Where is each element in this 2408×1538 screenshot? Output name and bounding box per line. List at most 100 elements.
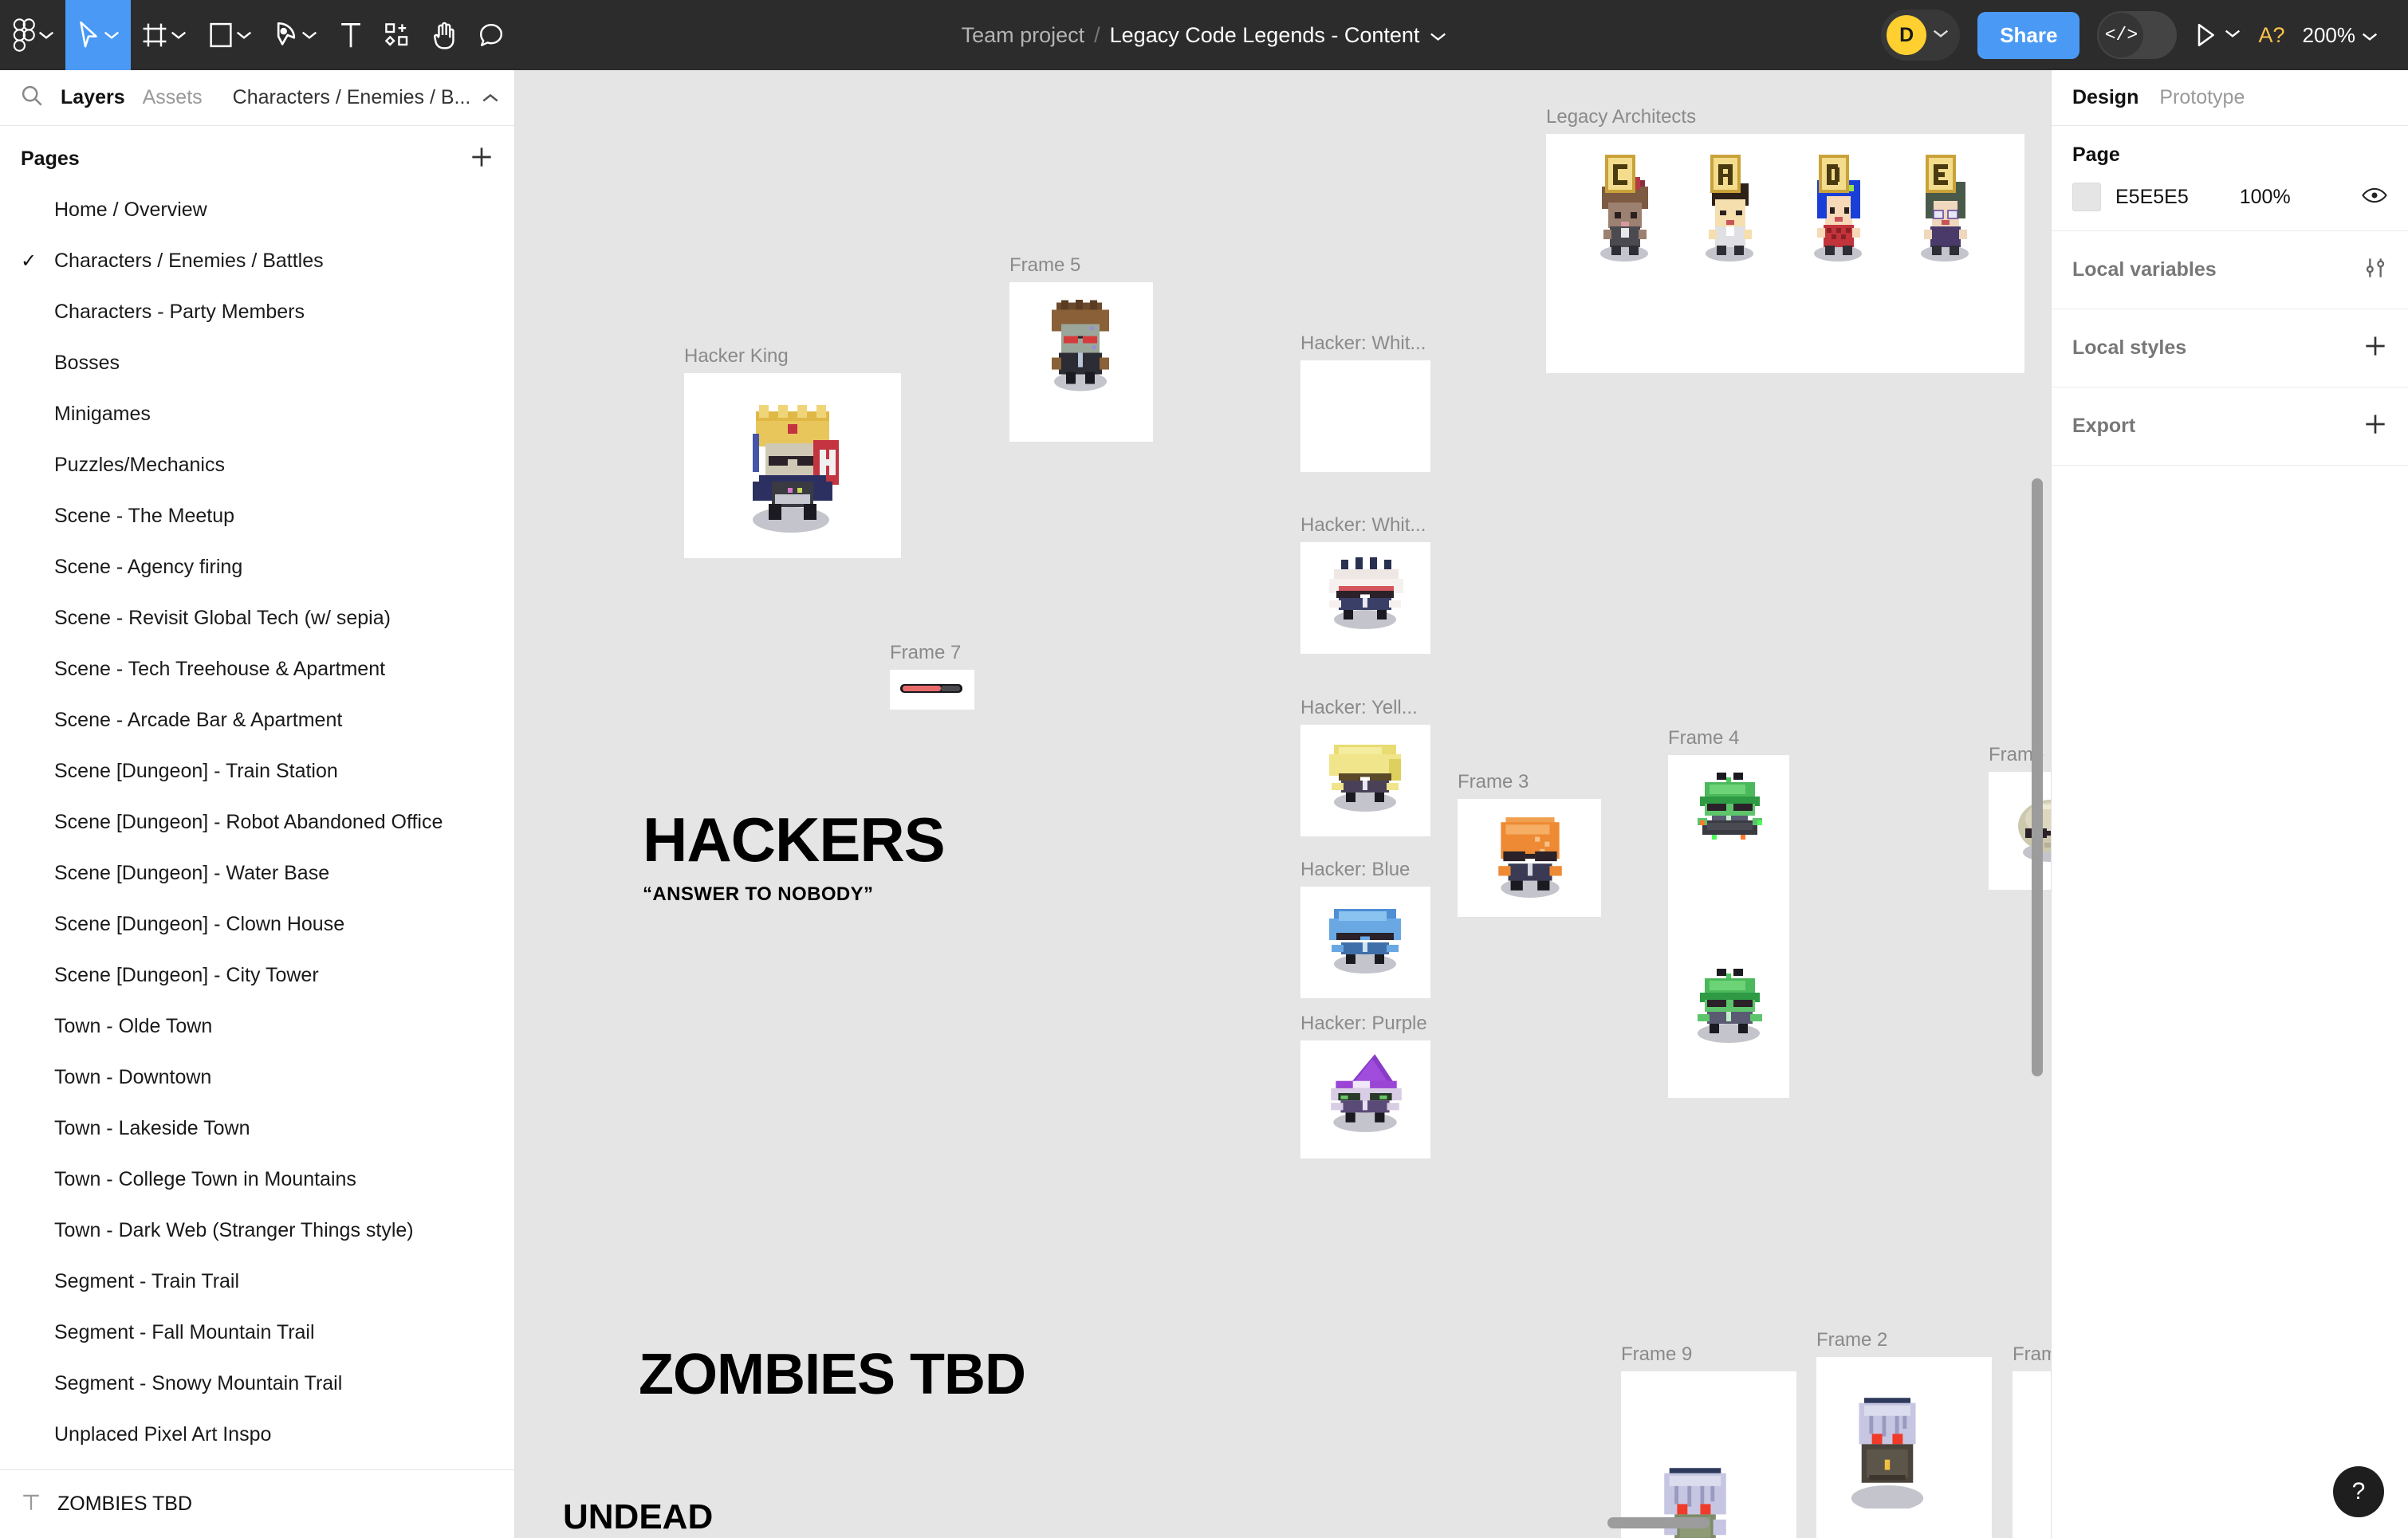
color-swatch[interactable] <box>2072 183 2101 211</box>
frame-body[interactable] <box>1816 1357 1992 1538</box>
design-canvas[interactable]: Legacy Architects Hacker King Frame 5 Ha… <box>515 70 2051 1538</box>
sidebar-item-page[interactable]: Scene - Agency firing <box>0 541 514 592</box>
frame-label[interactable]: Frame 3 <box>1458 771 1601 793</box>
frame-body[interactable] <box>684 373 901 559</box>
sidebar-item-page[interactable]: Bosses <box>0 337 514 388</box>
sidebar-item-page[interactable]: Scene [Dungeon] - Train Station <box>0 745 514 797</box>
tab-prototype[interactable]: Prototype <box>2159 86 2245 109</box>
sliders-icon[interactable] <box>2363 256 2387 284</box>
plus-icon[interactable] <box>2363 334 2387 362</box>
frame-body[interactable] <box>1300 1040 1430 1159</box>
frame-label[interactable]: Hacker: Whit... <box>1300 332 1430 354</box>
frame-label[interactable]: Hacker: Whit... <box>1300 514 1430 536</box>
frame-body[interactable] <box>1546 134 2024 374</box>
chevron-down-icon[interactable] <box>236 30 252 41</box>
plus-icon[interactable] <box>2363 412 2387 440</box>
frame-label[interactable]: Frame 2 <box>1816 1329 1992 1351</box>
components-tool-button[interactable] <box>373 0 421 70</box>
sidebar-item-page[interactable]: Scene - Arcade Bar & Apartment <box>0 694 514 745</box>
breadcrumb-team[interactable]: Team project <box>962 23 1085 48</box>
frame-4[interactable]: Frame 4 <box>1668 727 1789 1099</box>
frame-body[interactable] <box>1300 887 1430 999</box>
dev-mode-toggle[interactable]: </> <box>2097 11 2178 59</box>
zoom-control[interactable]: 200% <box>2303 23 2378 48</box>
sidebar-item-page[interactable]: Characters - Party Members <box>0 286 514 337</box>
frame-label[interactable]: Frame 5 <box>1009 254 1153 276</box>
sidebar-item-page[interactable]: Town - Downtown <box>0 1052 514 1103</box>
chevron-up-icon[interactable] <box>482 86 499 109</box>
frame-hacker-king[interactable]: Hacker King <box>684 345 901 559</box>
figma-logo-button[interactable] <box>0 0 65 70</box>
text-tool-button[interactable] <box>329 0 373 70</box>
sidebar-item-page[interactable]: Town - Lakeside Town <box>0 1103 514 1154</box>
canvas-horizontal-scrollbar[interactable] <box>1607 1517 1710 1528</box>
move-tool-button[interactable] <box>65 0 131 70</box>
frame-body[interactable] <box>1300 542 1430 655</box>
hackers-subtitle[interactable]: “ANSWER TO NOBODY” <box>643 883 873 906</box>
hackers-title[interactable]: HACKERS <box>643 804 946 876</box>
present-button[interactable] <box>2194 22 2241 48</box>
frame-body[interactable] <box>1009 282 1153 443</box>
frame-legacy-architects[interactable]: Legacy Architects <box>1546 106 2024 374</box>
color-hex-value[interactable]: E5E5E5 <box>2115 186 2189 209</box>
frame-label[interactable]: Frame 4 <box>1668 727 1789 749</box>
chevron-down-icon[interactable] <box>2362 23 2378 48</box>
frame-5[interactable]: Frame 5 <box>1009 254 1153 443</box>
frame-body[interactable] <box>1300 360 1430 473</box>
sidebar-item-page[interactable]: Scene - The Meetup <box>0 490 514 541</box>
pen-tool-button[interactable] <box>263 0 329 70</box>
sidebar-item-page[interactable]: Segment - Snowy Mountain Trail <box>0 1358 514 1409</box>
frame-3[interactable]: Frame 3 <box>1458 771 1601 918</box>
frame-body[interactable] <box>1300 725 1430 837</box>
chevron-down-icon[interactable] <box>301 30 317 41</box>
hand-tool-button[interactable] <box>421 0 467 70</box>
frame-label[interactable]: Hacker: Yell... <box>1300 697 1430 718</box>
sidebar-item-page[interactable]: Scene [Dungeon] - Clown House <box>0 899 514 950</box>
frame-hacker-blue[interactable]: Hacker: Blue <box>1300 859 1430 999</box>
add-page-button[interactable] <box>470 145 494 173</box>
frame-hacker-white-2[interactable]: Hacker: Whit... <box>1300 514 1430 655</box>
sidebar-item-page[interactable]: Town - Olde Town <box>0 1001 514 1052</box>
chevron-down-icon[interactable] <box>1933 28 1949 43</box>
frame-label[interactable]: Hacker: Purple <box>1300 1013 1430 1034</box>
opacity-value[interactable]: 100% <box>2240 186 2291 209</box>
frame-label[interactable]: Legacy Architects <box>1546 106 2024 128</box>
help-button[interactable]: ? <box>2333 1466 2384 1517</box>
sidebar-item-page[interactable]: Home / Overview <box>0 184 514 235</box>
frame-hacker-white-1[interactable]: Hacker: Whit... <box>1300 332 1430 473</box>
frame-body[interactable] <box>890 670 974 710</box>
breadcrumb-file[interactable]: Legacy Code Legends - Content <box>1110 23 1420 48</box>
chevron-down-icon[interactable] <box>104 30 120 41</box>
frame-body[interactable] <box>2013 1371 2051 1538</box>
sidebar-item-page[interactable]: Segment - Train Trail <box>0 1256 514 1307</box>
frame-hacker-purple[interactable]: Hacker: Purple <box>1300 1013 1430 1159</box>
local-variables-row[interactable]: Local variables <box>2052 231 2408 309</box>
canvas-vertical-scrollbar[interactable] <box>2032 478 2043 1076</box>
share-button[interactable]: Share <box>1977 11 2080 59</box>
chevron-down-icon[interactable] <box>171 30 187 41</box>
avatar-menu[interactable]: D <box>1881 10 1961 61</box>
frame-label[interactable]: Frame 10 <box>2013 1343 2051 1365</box>
sidebar-item-page[interactable]: Unplaced Pixel Art Inspo <box>0 1409 514 1460</box>
frame-label[interactable]: Hacker: Blue <box>1300 859 1430 880</box>
tab-assets[interactable]: Assets <box>143 86 203 109</box>
sidebar-item-page[interactable]: Scene [Dungeon] - Robot Abandoned Office <box>0 797 514 848</box>
frame-body[interactable] <box>1458 799 1601 918</box>
sidebar-item-page[interactable]: Minigames <box>0 388 514 439</box>
frame-2[interactable]: Frame 2 <box>1816 1329 1992 1538</box>
tab-design[interactable]: Design <box>2072 86 2138 109</box>
sidebar-item-page[interactable]: Scene [Dungeon] - City Tower <box>0 950 514 1001</box>
tab-layers[interactable]: Layers <box>61 86 125 109</box>
frame-9[interactable]: Frame 9 <box>1621 1343 1796 1538</box>
shape-tool-button[interactable] <box>198 0 263 70</box>
frame-label[interactable]: Frame 9 <box>1621 1343 1796 1365</box>
frame-label[interactable]: Frame 7 <box>890 642 974 663</box>
frame-tool-button[interactable] <box>131 0 198 70</box>
sidebar-item-page[interactable]: Town - College Town in Mountains <box>0 1154 514 1205</box>
frame-10[interactable]: Frame 10 <box>2013 1343 2051 1538</box>
sidebar-item-page[interactable]: ✓ Characters / Enemies / Battles <box>0 235 514 286</box>
comment-tool-button[interactable] <box>467 0 515 70</box>
export-row[interactable]: Export <box>2052 387 2408 466</box>
sidebar-item-page[interactable]: Puzzles/Mechanics <box>0 439 514 490</box>
sidebar-item-page[interactable]: Scene - Revisit Global Tech (w/ sepia) <box>0 592 514 643</box>
